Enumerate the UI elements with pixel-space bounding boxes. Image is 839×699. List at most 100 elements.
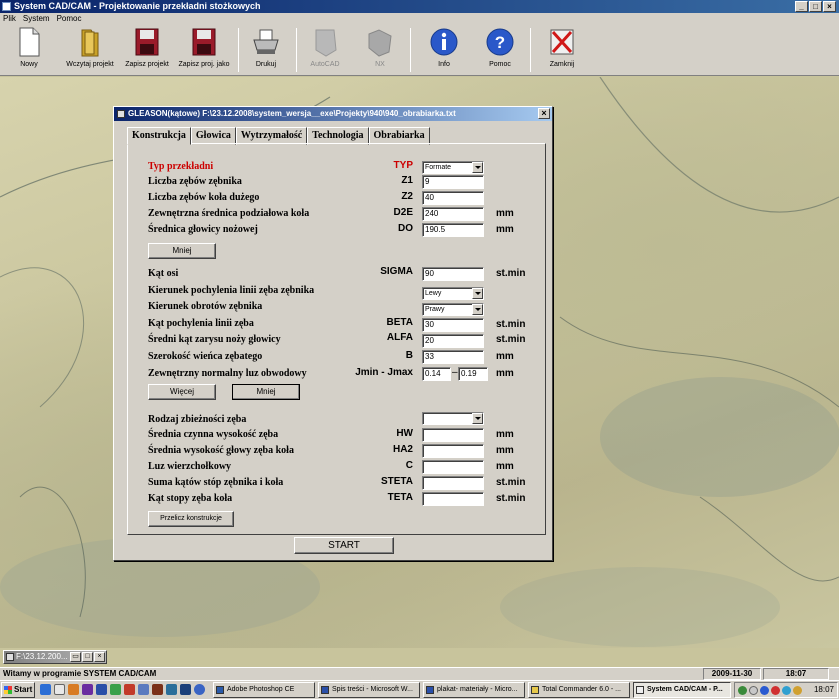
tray-app-icon[interactable]: [793, 686, 802, 695]
quicklaunch-app-icon[interactable]: [166, 684, 177, 695]
toolbar-new-label: Nowy: [20, 61, 38, 68]
tray-app-icon[interactable]: [760, 686, 769, 695]
printer-icon: [251, 26, 281, 58]
menu-bar: Plik System Pomoc: [0, 13, 839, 24]
start-button[interactable]: START: [294, 537, 394, 554]
tray-clock: 18:07: [813, 685, 834, 694]
quicklaunch-app-icon[interactable]: [124, 684, 135, 695]
task-word-spis[interactable]: Spis treści - Microsoft W...: [318, 682, 420, 698]
d2e-symbol: D2E: [393, 207, 413, 218]
toolbar-separator: [530, 28, 531, 72]
chevron-down-icon: [472, 413, 483, 424]
kier-obr-select[interactable]: Prawy: [422, 303, 484, 316]
quicklaunch-app-icon[interactable]: [82, 684, 93, 695]
menu-plik[interactable]: Plik: [3, 13, 16, 24]
toolbar-help-button[interactable]: ? Pomoc: [482, 26, 518, 74]
close-button[interactable]: ×: [823, 1, 836, 12]
quicklaunch-ie-icon[interactable]: [194, 684, 205, 695]
jmin-input[interactable]: 0.14: [422, 367, 451, 381]
toolbar-save-button[interactable]: Zapisz projekt: [122, 26, 172, 74]
dialog-icon: [117, 110, 125, 118]
toolbar-save-as-button[interactable]: Zapisz proj. jako: [176, 26, 232, 74]
kier-poch-label: Kierunek pochylenia linii zęba zębnika: [148, 285, 315, 296]
nx-icon: [365, 26, 395, 58]
quicklaunch-word-icon[interactable]: [96, 684, 107, 695]
toolbar-print-button[interactable]: Drukuj: [246, 26, 286, 74]
toolbar-close-button[interactable]: Zamknij: [542, 26, 582, 74]
restore-button[interactable]: ▭: [70, 652, 81, 662]
menu-system[interactable]: System: [23, 13, 50, 24]
task-word-plakat[interactable]: plakat- materiały - Micro...: [423, 682, 525, 698]
toolbar-info-button[interactable]: Info: [426, 26, 462, 74]
tab-konstrukcja[interactable]: Konstrukcja: [127, 127, 191, 145]
teta-input[interactable]: [422, 492, 484, 506]
mniej-button-2[interactable]: Mniej: [232, 384, 300, 400]
close-button[interactable]: ×: [94, 652, 105, 662]
app-title: System CAD/CAM - Projektowanie przekładn…: [14, 1, 261, 11]
task-system-cad-cam[interactable]: System CAD/CAM - P...: [633, 682, 731, 698]
system-tray: 18:07: [734, 682, 838, 698]
steta-unit: st.min: [496, 477, 526, 488]
steta-input[interactable]: [422, 476, 484, 490]
quicklaunch-desktop-icon[interactable]: [54, 684, 65, 695]
toolbar-open-button[interactable]: Wczytaj projekt: [60, 26, 120, 74]
beta-input[interactable]: 30: [422, 318, 484, 332]
task-photoshop[interactable]: Adobe Photoshop CE: [213, 682, 315, 698]
toolbar-autocad-button[interactable]: AutoCAD: [304, 26, 346, 74]
quicklaunch-ie-icon[interactable]: [40, 684, 51, 695]
hw-label: Średnia czynna wysokość zęba: [148, 429, 279, 440]
start-button[interactable]: Start: [1, 682, 35, 698]
quicklaunch-app-icon[interactable]: [180, 684, 191, 695]
minimized-window-title: F:\23.12.200...: [16, 652, 68, 661]
z1-input[interactable]: 9: [422, 175, 484, 189]
alfa-input[interactable]: 20: [422, 334, 484, 348]
ha2-input[interactable]: [422, 444, 484, 458]
teta-symbol: TETA: [387, 492, 413, 503]
luz-label: Zewnętrzny normalny luz obwodowy: [148, 368, 307, 379]
beta-label: Kąt pochylenia linii zęba: [148, 318, 254, 329]
b-input[interactable]: 33: [422, 350, 484, 364]
tray-volume-icon[interactable]: [749, 686, 758, 695]
z2-input[interactable]: 40: [422, 191, 484, 205]
c-label: Luz wierzchołkowy: [148, 461, 232, 472]
hw-unit: mm: [496, 429, 514, 440]
tray-app-icon[interactable]: [771, 686, 780, 695]
quicklaunch-app-icon[interactable]: [110, 684, 121, 695]
tab-panel-konstrukcja: Typ przekładni TYP Formate Liczba zębów …: [127, 143, 546, 535]
menu-pomoc[interactable]: Pomoc: [57, 13, 82, 24]
quicklaunch-app-icon[interactable]: [152, 684, 163, 695]
hw-input[interactable]: [422, 428, 484, 442]
d2e-input[interactable]: 240: [422, 207, 484, 221]
sigma-symbol: SIGMA: [380, 266, 413, 277]
typ-select[interactable]: Formate: [422, 161, 484, 174]
minimize-button[interactable]: _: [795, 1, 808, 12]
typ-label: Typ przekładni: [148, 161, 214, 172]
minimized-window[interactable]: F:\23.12.200... ▭ □ ×: [3, 650, 107, 664]
status-time: 18:07: [763, 668, 829, 680]
toolbar-new-button[interactable]: Nowy: [6, 26, 52, 74]
quicklaunch-firefox-icon[interactable]: [68, 684, 79, 695]
sigma-input[interactable]: 90: [422, 267, 484, 281]
maximize-button[interactable]: □: [82, 652, 93, 662]
task-total-commander[interactable]: Total Commander 6.0 - ...: [528, 682, 630, 698]
c-unit: mm: [496, 461, 514, 472]
mniej-button-1[interactable]: Mniej: [148, 243, 216, 259]
c-input[interactable]: [422, 460, 484, 474]
tray-network-icon[interactable]: [738, 686, 747, 695]
app-icon: [636, 686, 644, 694]
dialog-close-button[interactable]: ×: [538, 108, 550, 119]
kier-poch-select[interactable]: Lewy: [422, 287, 484, 300]
toolbar-separator: [296, 28, 297, 72]
zbiez-select[interactable]: [422, 412, 484, 425]
do-input[interactable]: 190.5: [422, 223, 484, 237]
quicklaunch-app-icon[interactable]: [138, 684, 149, 695]
maximize-button[interactable]: □: [809, 1, 822, 12]
toolbar-open-label: Wczytaj projekt: [66, 61, 114, 68]
toolbar-nx-button[interactable]: NX: [360, 26, 400, 74]
new-file-icon: [14, 26, 44, 58]
wiecej-button[interactable]: Więcej: [148, 384, 216, 400]
d2e-unit: mm: [496, 208, 514, 219]
tray-app-icon[interactable]: [782, 686, 791, 695]
jmax-input[interactable]: 0.19: [458, 367, 488, 381]
przelicz-button[interactable]: Przelicz konstrukcje: [148, 511, 234, 527]
